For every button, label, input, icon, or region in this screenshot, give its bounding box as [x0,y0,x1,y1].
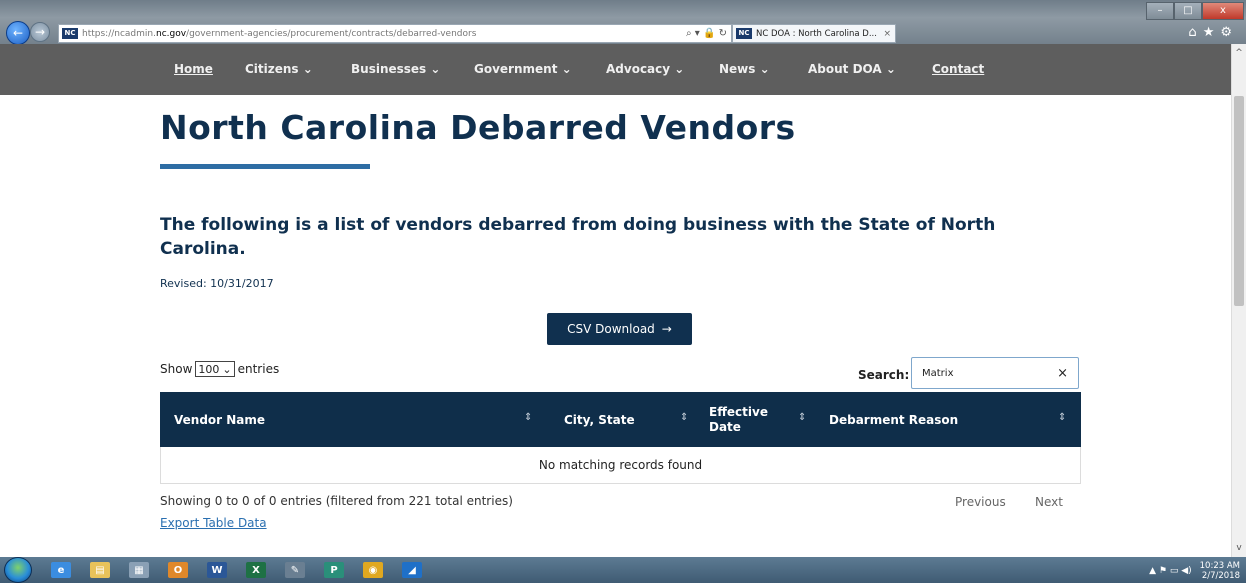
next-page-link[interactable]: Next [1035,495,1063,509]
title-underline [160,164,370,169]
taskbar-word-button[interactable]: W [200,559,234,581]
nav-news[interactable]: News ⌄ [719,62,770,76]
column-vendor-name[interactable]: Vendor Name [174,392,534,447]
nav-contact[interactable]: Contact [932,62,984,76]
table-empty-row: No matching records found [160,447,1081,484]
nav-advocacy[interactable]: Advocacy ⌄ [606,62,684,76]
taskbar-app2-button[interactable]: ◢ [395,559,429,581]
close-window-button[interactable]: x [1202,2,1244,20]
search-box: × [911,357,1079,389]
arrow-right-icon: → [34,25,46,39]
system-tray: ▲ ⚑ ▭ ◀) 10:23 AM 2/7/2018 [1149,561,1240,581]
taskbar-tool-button[interactable]: ✎ [278,559,312,581]
site-navigation: Home Citizens ⌄ Businesses ⌄ Government … [0,44,1232,95]
page-title: North Carolina Debarred Vendors [160,108,796,147]
tool-icon: ✎ [285,562,305,578]
previous-page-link[interactable]: Previous [955,495,1006,509]
scroll-thumb[interactable] [1234,96,1244,306]
browser-toolbar-icons: ⌂★⚙ [1188,25,1238,40]
search-label: Search: [858,368,910,382]
address-bar[interactable]: NC https://ncadmin.nc.gov/government-age… [58,24,732,43]
tab-title: NC DOA : North Carolina D... [756,28,877,39]
arrow-left-icon: ← [12,26,24,40]
taskbar-ie-button[interactable]: e [44,559,78,581]
app-icon: ▦ [129,562,149,578]
csv-download-button[interactable]: CSV Download → [547,313,692,345]
ie-icon: e [51,562,71,578]
url-text[interactable]: https://ncadmin.nc.gov/government-agenci… [82,29,686,39]
minimize-button[interactable]: – [1146,2,1174,20]
favorites-star-icon[interactable]: ★ [1203,25,1221,40]
page-scrollbar[interactable]: ^ v [1231,44,1246,557]
export-table-link[interactable]: Export Table Data [160,516,267,530]
tab-close-icon[interactable]: × [883,29,895,39]
favicon-icon: NC [62,28,78,39]
maximize-button[interactable]: □ [1174,2,1202,20]
nav-government[interactable]: Government ⌄ [474,62,572,76]
word-icon: W [207,562,227,578]
nav-citizens[interactable]: Citizens ⌄ [245,62,313,76]
search-input[interactable] [922,367,1058,379]
chevron-down-icon: ⌄ [222,362,232,376]
arrow-right-icon: → [661,322,672,336]
gear-icon[interactable]: ⚙ [1220,25,1238,40]
show-entries-control: Show 100 ⌄ entries [160,361,280,377]
taskbar-excel-button[interactable]: X [239,559,273,581]
sort-icon[interactable]: ⇕ [798,412,806,423]
start-button[interactable] [4,557,32,583]
entries-select[interactable]: 100 ⌄ [195,361,235,377]
excel-icon: X [246,562,266,578]
scroll-up-icon[interactable]: ^ [1232,46,1246,60]
nav-home[interactable]: Home [174,62,213,76]
intro-text: The following is a list of vendors debar… [160,215,996,259]
browser-tab[interactable]: NC NC DOA : North Carolina D... × [732,24,896,43]
sort-icon[interactable]: ⇕ [1058,412,1066,423]
home-icon[interactable]: ⌂ [1188,25,1202,40]
column-effective-date[interactable]: Effective Date [709,392,789,447]
project-icon: P [324,562,344,578]
nav-businesses[interactable]: Businesses ⌄ [351,62,440,76]
app2-icon: ◢ [402,562,422,578]
sort-icon[interactable]: ⇕ [680,412,688,423]
clear-search-icon[interactable]: × [1057,366,1068,381]
address-actions-icon[interactable]: ⌕ ▾ 🔒 ↻ [686,28,731,39]
browser-titlebar: ← → NC https://ncadmin.nc.gov/government… [0,0,1246,45]
clock[interactable]: 10:23 AM 2/7/2018 [1200,561,1240,581]
window-controls: – □ x [1146,2,1244,20]
outlook-icon: O [168,562,188,578]
revised-date: Revised: 10/31/2017 [160,277,274,290]
back-button[interactable]: ← [6,21,30,45]
column-debarment-reason[interactable]: Debarment Reason [829,392,1029,447]
tab-favicon-icon: NC [736,28,752,39]
forward-button[interactable]: → [30,22,50,42]
taskbar-explorer-button[interactable]: ▤ [83,559,117,581]
explorer-icon: ▤ [90,562,110,578]
taskbar: e ▤ ▦ O W X ✎ P ◉ ◢ ▲ ⚑ ▭ ◀) 10:23 AM 2/7/2018 [0,557,1246,583]
tray-icons[interactable]: ▲ ⚑ ▭ ◀) [1149,566,1192,576]
sort-icon[interactable]: ⇕ [524,412,532,423]
chrome-icon: ◉ [363,562,383,578]
taskbar-outlook-button[interactable]: O [161,559,195,581]
nav-about-doa[interactable]: About DOA ⌄ [808,62,896,76]
taskbar-chrome-button[interactable]: ◉ [356,559,390,581]
taskbar-app-button[interactable]: ▦ [122,559,156,581]
scroll-down-icon[interactable]: v [1232,541,1246,555]
table-header: Vendor Name ⇕ City, State ⇕ Effective Da… [160,392,1081,447]
column-city-state[interactable]: City, State [564,392,674,447]
table-info: Showing 0 to 0 of 0 entries (filtered fr… [160,494,513,508]
taskbar-project-button[interactable]: P [317,559,351,581]
